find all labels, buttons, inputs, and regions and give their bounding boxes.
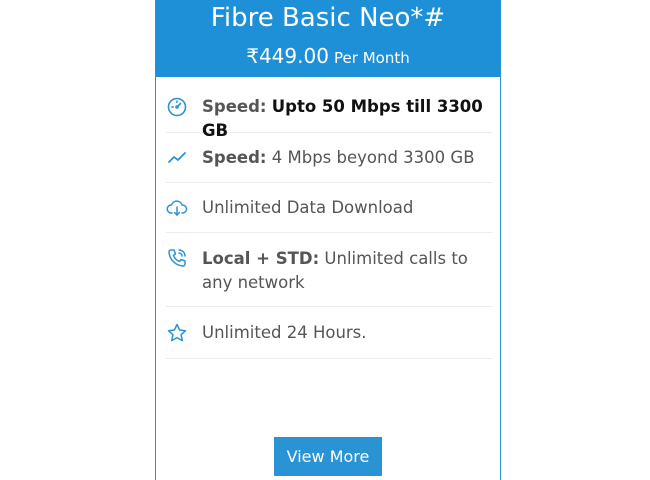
price-period: Per Month (334, 49, 410, 67)
phone-call-icon (166, 247, 188, 269)
feature-item-hours: Unlimited 24 Hours. (166, 307, 492, 359)
feature-label: Local + STD: (202, 249, 320, 268)
view-more-button[interactable]: View More (274, 437, 382, 476)
cloud-download-icon (166, 197, 188, 219)
plan-title: Fibre Basic Neo*# (210, 3, 446, 33)
plan-header: Fibre Basic Neo*# ₹449.00 Per Month (156, 0, 500, 77)
feature-text: Unlimited Data Download (202, 196, 492, 220)
feature-value: 4 Mbps beyond 3300 GB (271, 148, 475, 167)
feature-value: Unlimited Data Download (202, 198, 414, 217)
feature-label: Speed: (202, 97, 267, 116)
feature-label: Speed: (202, 148, 267, 167)
plan-price: ₹449.00 Per Month (156, 44, 500, 70)
feature-text: Speed: 4 Mbps beyond 3300 GB (202, 146, 492, 170)
star-icon (166, 322, 188, 344)
feature-item-speed: Speed: Upto 50 Mbps till 3300 GB (166, 83, 492, 140)
trend-line-icon (166, 147, 188, 169)
price-amount: ₹449.00 (246, 44, 329, 68)
feature-text: Unlimited 24 Hours. (202, 321, 492, 345)
plan-card: Fibre Basic Neo*# ₹449.00 Per Month Spee… (155, 0, 501, 480)
feature-item-data: Unlimited Data Download (166, 183, 492, 233)
feature-item-calls: Local + STD: Unlimited calls to any netw… (166, 233, 492, 307)
speedometer-icon (166, 96, 188, 118)
feature-item-speed-beyond: Speed: 4 Mbps beyond 3300 GB (166, 133, 492, 183)
feature-value: Unlimited 24 Hours. (202, 323, 367, 342)
feature-text: Local + STD: Unlimited calls to any netw… (202, 247, 492, 295)
